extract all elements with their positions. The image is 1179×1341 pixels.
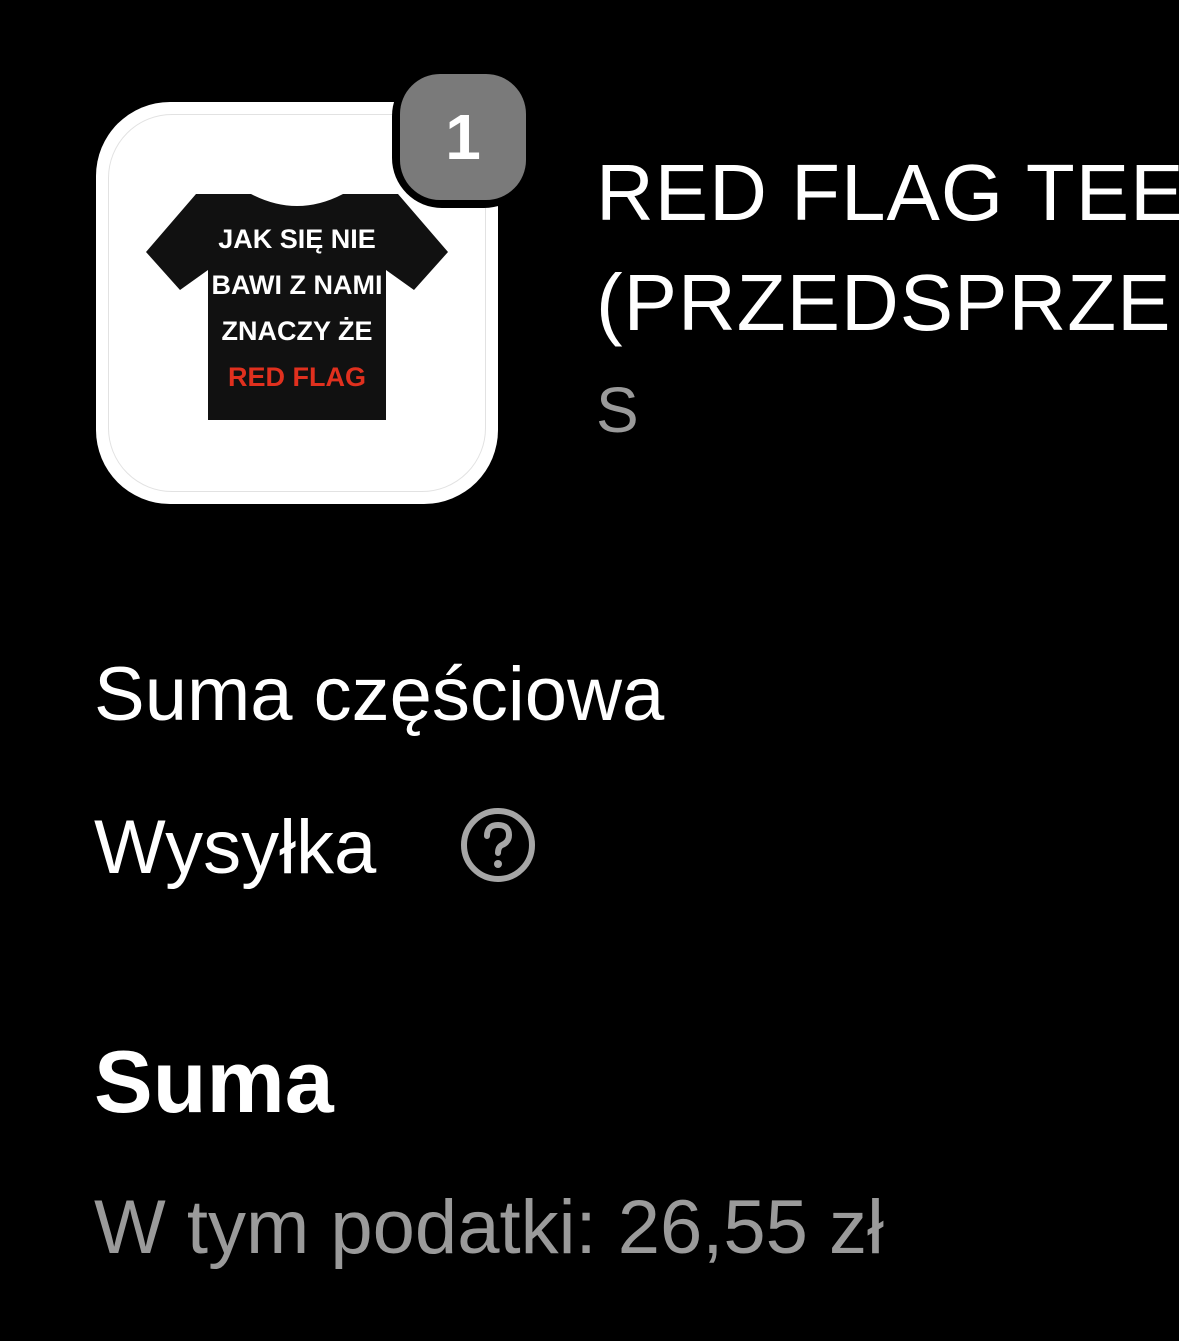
shirt-text-line-4: RED FLAG	[228, 362, 366, 392]
subtotal-label: Suma częściowa	[94, 652, 665, 737]
product-variant: S	[596, 374, 639, 446]
shirt-text-line-1: JAK SIĘ NIE	[218, 224, 376, 254]
quantity-badge-value: 1	[400, 74, 526, 200]
shipping-label: Wysyłka	[94, 805, 377, 890]
total-label: Suma	[94, 1032, 334, 1131]
taxes-note: W tym podatki: 26,55 zł	[94, 1185, 884, 1270]
product-title-line-1: RED FLAG TEE	[596, 148, 1179, 237]
shirt-text-line-2: BAWI Z NAMI	[212, 270, 383, 300]
order-summary: JAK SIĘ NIE BAWI Z NAMI ZNACZY ŻE RED FL…	[0, 0, 1179, 1341]
quantity-badge: 1	[392, 66, 534, 208]
shirt-text-line-3: ZNACZY ŻE	[221, 316, 372, 346]
product-title-line-2: (PRZEDSPRZE	[596, 258, 1172, 347]
question-circle-icon[interactable]	[458, 805, 538, 885]
